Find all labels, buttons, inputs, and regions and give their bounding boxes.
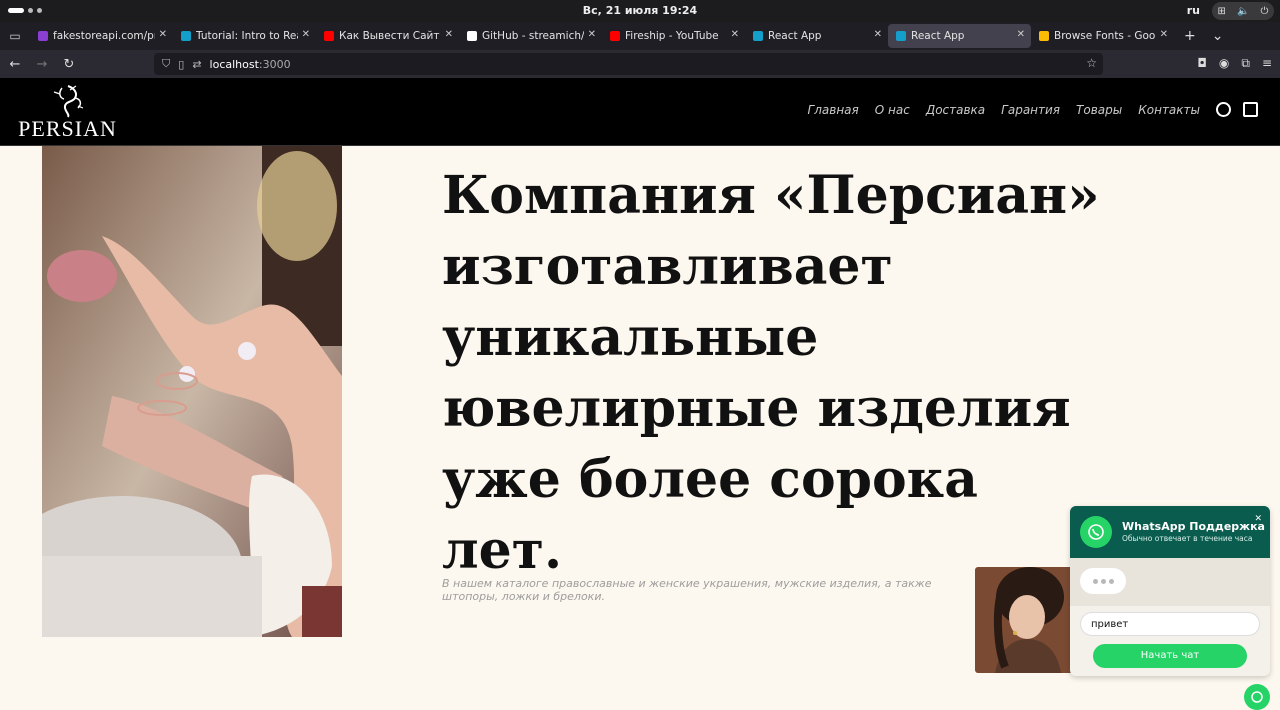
tab-list-chevron-icon[interactable]: ⌄ [1212,28,1224,44]
nav-link[interactable]: О нас [875,103,910,117]
url-text[interactable]: localhost:3000 [210,58,291,71]
tab-close-icon[interactable]: ✕ [1160,29,1168,40]
system-top-bar: Вс, 21 июля 19:24 ru ⊞ 🔈 ⏻ [0,0,1280,22]
logo-wordmark: PERSIAN [18,116,117,141]
whatsapp-message-input[interactable] [1080,612,1260,636]
power-icon: ⏻ [1260,5,1269,17]
browser-tab[interactable]: Browse Fonts - Google F ✕ [1031,24,1174,48]
nav-link[interactable]: Контакты [1138,103,1200,117]
tab-close-icon[interactable]: ✕ [588,29,596,40]
whatsapp-subtitle: Обычно отвечает в течение часа [1122,534,1253,543]
hero-subtext: В нашем каталоге православные и женские … [442,577,932,603]
url-port: :3000 [258,57,291,71]
cart-icon[interactable] [1243,102,1258,117]
whatsapp-chat-widget: WhatsApp Поддержка Обычно отвечает в теч… [1070,506,1270,676]
tab-favicon-icon [324,31,334,41]
page-icon[interactable]: ▯ [178,58,184,71]
system-clock[interactable]: Вс, 21 июля 19:24 [0,4,1280,17]
browser-tab[interactable]: React App ✕ [888,24,1031,48]
hero-headline: Компания «Персиан» изготавливает уникаль… [442,165,1100,581]
browser-tab[interactable]: GitHub - streamich/reac ✕ [459,24,602,48]
tab-close-icon[interactable]: ✕ [302,29,310,40]
whatsapp-floating-button[interactable] [1244,684,1270,710]
tab-favicon-icon [610,31,620,41]
tab-title: React App [768,30,822,42]
bookmark-star-icon[interactable]: ☆ [1086,56,1097,70]
tab-favicon-icon [181,31,191,41]
system-tray[interactable]: ⊞ 🔈 ⏻ [1212,2,1274,20]
network-icon: ⊞ [1217,5,1226,17]
tab-overview-icon[interactable]: ▭ [0,22,30,50]
nav-link[interactable]: Главная [808,103,859,117]
nav-link[interactable]: Товары [1076,103,1122,117]
browser-tab[interactable]: Fireship - YouTube ✕ [602,24,745,48]
permissions-icon[interactable]: ⇄ [192,58,201,71]
whatsapp-logo-icon [1080,516,1112,548]
tab-favicon-icon [896,31,906,41]
browser-tab[interactable]: fakestoreapi.com/prod ✕ [30,24,173,48]
new-tab-icon[interactable]: + [1184,28,1196,44]
dragon-logo-icon [53,85,84,118]
browser-tab[interactable]: Tutorial: Intro to React – ✕ [173,24,316,48]
tab-title: GitHub - streamich/reac [482,30,584,42]
account-icon[interactable]: ◉ [1219,56,1229,71]
whatsapp-widget-header: WhatsApp Поддержка Обычно отвечает в теч… [1070,506,1270,558]
nav-link[interactable]: Доставка [926,103,985,117]
tab-title: Tutorial: Intro to React – [196,30,298,42]
keyboard-layout[interactable]: ru [1187,4,1200,17]
tab-close-icon[interactable]: ✕ [445,29,453,40]
tab-close-icon[interactable]: ✕ [1017,29,1025,40]
forward-arrow-icon[interactable]: → [30,57,54,72]
tab-close-icon[interactable]: ✕ [731,29,739,40]
browser-tab[interactable]: Как Вывести Сайт в ТОП ✕ [316,24,459,48]
whatsapp-icon [1251,691,1263,703]
tab-close-icon[interactable]: ✕ [159,29,167,40]
whatsapp-title: WhatsApp Поддержка [1122,520,1265,533]
tab-title: React App [911,30,965,42]
tab-favicon-icon [753,31,763,41]
site-logo[interactable]: PERSIAN [10,84,125,142]
tab-favicon-icon [467,31,477,41]
site-header: PERSIAN Главная О нас Доставка Гарантия Това… [0,78,1280,146]
user-account-icon[interactable] [1216,102,1231,117]
nav-link[interactable]: Гарантия [1001,103,1060,117]
tab-strip: ▭ fakestoreapi.com/prod✕Tutorial: Intro … [0,22,1280,50]
tab-close-icon[interactable]: ✕ [874,29,882,40]
navigation-toolbar: ← → ↻ ⛉ ▯ ⇄ localhost:3000 ☆ ◘ ◉ ⧉ ≡ [0,50,1280,78]
volume-icon: 🔈 [1237,5,1250,17]
tab-title: Browse Fonts - Google F [1054,30,1156,42]
pocket-icon[interactable]: ◘ [1197,56,1207,71]
hero-image [42,146,342,637]
tab-favicon-icon [1039,31,1049,41]
close-icon[interactable]: ✕ [1254,514,1262,524]
main-menu: Главная О нас Доставка Гарантия Товары Контак… [808,103,1200,117]
tab-title: Fireship - YouTube [625,30,719,42]
tab-title: Как Вывести Сайт в ТОП [339,30,441,42]
tab-title: fakestoreapi.com/prod [53,30,155,42]
menu-hamburger-icon[interactable]: ≡ [1262,56,1272,71]
url-bar[interactable]: ⛉ ▯ ⇄ localhost:3000 ☆ [154,53,1103,75]
browser-tab[interactable]: React App ✕ [745,24,888,48]
reload-icon[interactable]: ↻ [57,57,81,72]
shield-icon[interactable]: ⛉ [162,57,170,71]
model-thumbnail-image [975,567,1075,673]
whatsapp-chat-area [1070,558,1270,606]
url-host: localhost [209,57,259,71]
tab-favicon-icon [38,31,48,41]
back-arrow-icon[interactable]: ← [3,57,27,72]
extensions-icon[interactable]: ⧉ [1241,56,1250,71]
start-chat-button[interactable]: Начать чат [1093,644,1247,668]
typing-indicator [1080,568,1126,594]
